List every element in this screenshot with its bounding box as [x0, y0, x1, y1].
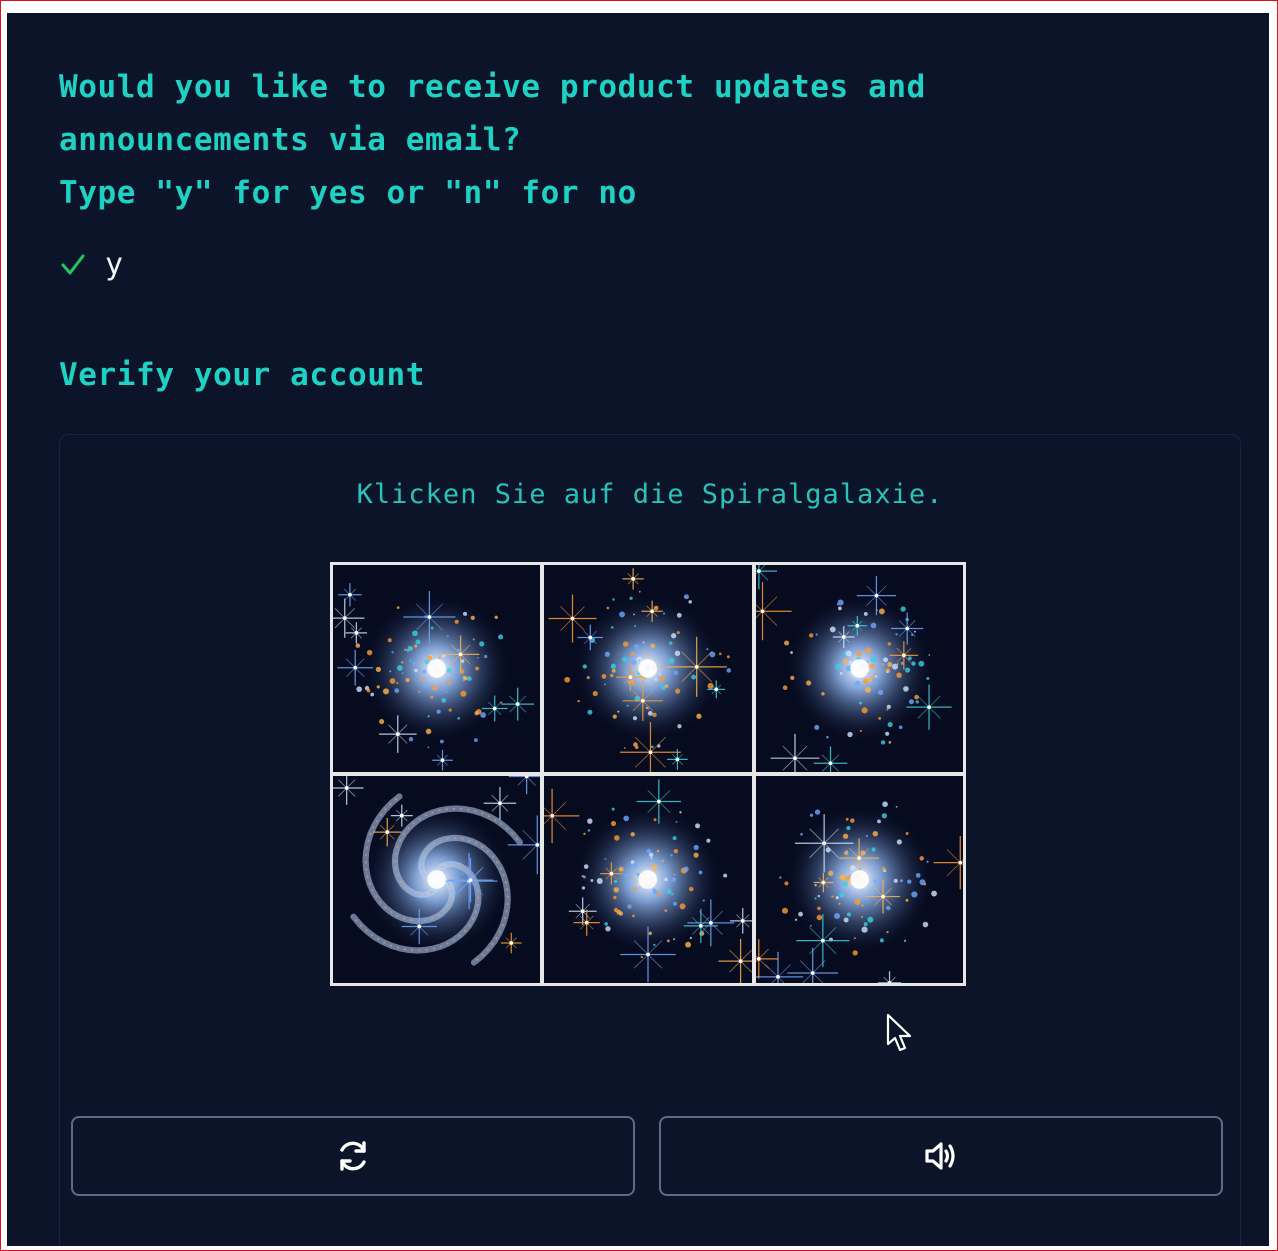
speaker-icon [925, 1142, 955, 1170]
terminal-window: Would you like to receive product update… [7, 13, 1269, 1246]
answer-row: y [59, 245, 123, 285]
prompt-line: announcements via email? [59, 122, 522, 158]
refresh-icon [340, 1141, 366, 1171]
screenshot-frame: Would you like to receive product update… [0, 0, 1278, 1251]
captcha-tile-irregular-galaxy[interactable] [544, 565, 752, 772]
spiral-galaxy-image [333, 776, 541, 983]
verify-title: Verify your account [59, 357, 426, 393]
captcha-tile-spiral-galaxy[interactable] [333, 776, 541, 983]
irregular-galaxy-image [333, 565, 541, 772]
mouse-cursor-icon [886, 1013, 912, 1052]
prompt-line: Would you like to receive product update… [59, 69, 926, 105]
irregular-galaxy-image [544, 565, 752, 772]
audio-challenge-button[interactable] [659, 1116, 1223, 1196]
checkmark-icon [61, 254, 85, 275]
irregular-galaxy-image [544, 776, 752, 983]
irregular-galaxy-image [755, 565, 963, 772]
prompt-line: Type "y" for yes or "n" for no [59, 175, 637, 211]
captcha-instruction: Klicken Sie auf die Spiralgalaxie. [356, 479, 944, 510]
captcha-tile-irregular-galaxy[interactable] [544, 776, 752, 983]
prompt-question: Would you like to receive product update… [59, 61, 1059, 220]
captcha-image-grid [330, 562, 966, 986]
captcha-tile-irregular-galaxy[interactable] [755, 565, 963, 772]
refresh-button[interactable] [71, 1116, 635, 1196]
answer-value: y [105, 247, 124, 282]
irregular-galaxy-image [755, 776, 963, 983]
captcha-tile-irregular-galaxy[interactable] [333, 565, 541, 772]
captcha-tile-irregular-galaxy[interactable] [755, 776, 963, 983]
